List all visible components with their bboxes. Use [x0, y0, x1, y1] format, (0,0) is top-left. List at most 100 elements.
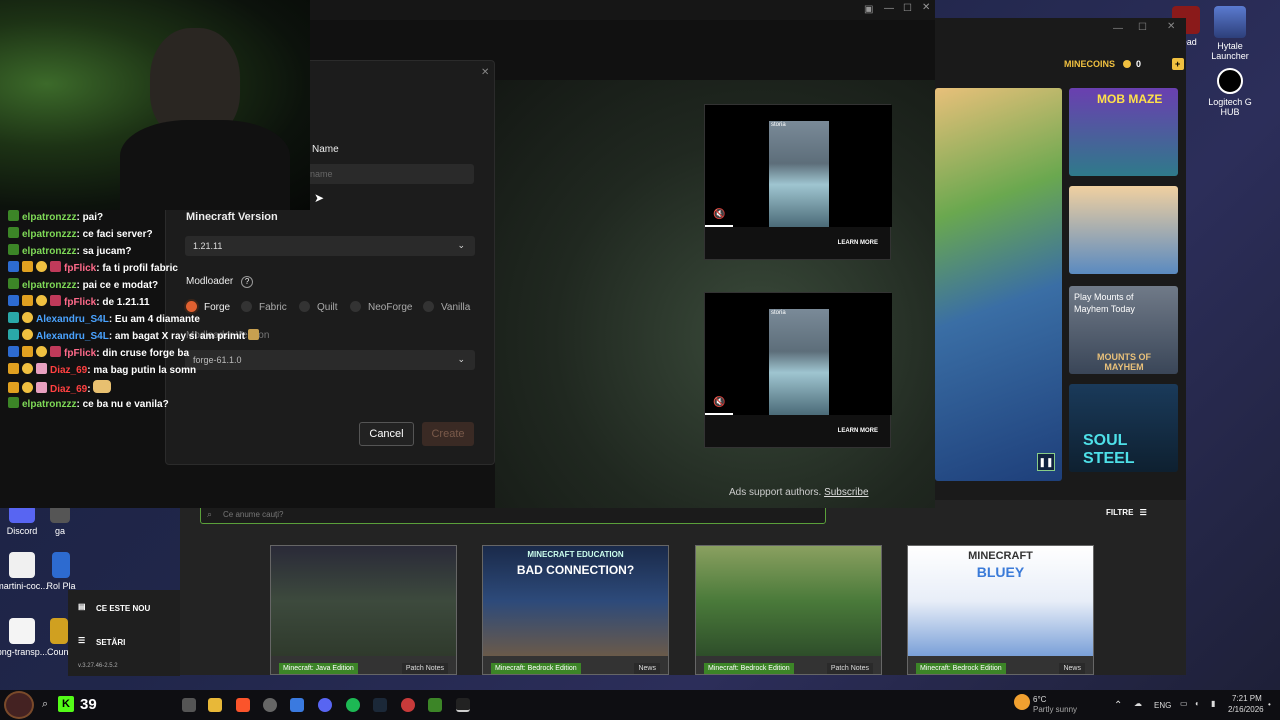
streamer-body: [120, 120, 290, 210]
badge-icon: [8, 397, 19, 408]
network-icon[interactable]: ▭: [1180, 699, 1188, 708]
app-titlebar: ▣ — ☐ ✕: [310, 0, 935, 20]
notification-icon[interactable]: •: [1268, 700, 1271, 709]
news-card[interactable]: MINECRAFT BLUEY Minecraft: Bedrock Editi…: [907, 545, 1094, 675]
desktop-icon-martini[interactable]: martini-coc...: [0, 552, 52, 591]
minecraft-icon[interactable]: [428, 698, 442, 712]
chat-message: fpFlick: fa ti profil fabric: [8, 261, 178, 274]
chat-message: fpFlick: din cruse forge ba: [8, 346, 189, 359]
promo-tile-soul-steel[interactable]: SOUL STEEL: [1069, 384, 1178, 472]
news-card[interactable]: Minecraft: Bedrock Edition Patch Notes: [695, 545, 882, 675]
search-icon: ⌕: [207, 509, 213, 519]
viewer-count: 39: [80, 696, 97, 713]
badge-icon: [8, 278, 19, 289]
stream-chat: elpatronzzz: pai? elpatronzzz: ce faci s…: [0, 210, 300, 420]
chat-message: elpatronzzz: ce faci server?: [8, 227, 153, 240]
add-coins-icon[interactable]: +: [1171, 58, 1184, 70]
mouse-cursor-icon: ➤: [314, 191, 325, 205]
maximize-icon[interactable]: ☐: [1138, 22, 1147, 33]
desktop-icon-ga[interactable]: ga: [42, 505, 78, 536]
promo-tile-mounts-of-mayhem[interactable]: Play Mounts of Mayhem Today MOUNTS OF MA…: [1069, 286, 1178, 374]
ad-progress-bar: [705, 225, 733, 227]
task-view-icon[interactable]: [182, 698, 196, 712]
discord-icon[interactable]: [318, 698, 332, 712]
sidebar-item-whats-new[interactable]: ▤ CE ESTE NOU: [74, 596, 176, 622]
chevron-down-icon: ⌄: [457, 354, 465, 364]
brave-browser-icon[interactable]: [236, 698, 250, 712]
news-card-image: [696, 546, 881, 656]
news-card[interactable]: Minecraft: Java Edition Patch Notes: [270, 545, 457, 675]
close-icon[interactable]: ✕: [1167, 21, 1175, 32]
coin-icon: [22, 329, 33, 340]
store-icon[interactable]: [290, 698, 304, 712]
promo-hero-image[interactable]: ❚❚: [935, 88, 1062, 481]
learn-more-link[interactable]: LEARN MORE: [838, 428, 878, 434]
emote-icon: [247, 329, 259, 340]
file-explorer-icon[interactable]: [208, 698, 222, 712]
filter-button[interactable]: FILTRE ☰: [1106, 508, 1147, 517]
modloader-option-quilt[interactable]: Quilt: [299, 301, 338, 313]
volume-icon[interactable]: ◐: [1195, 699, 1200, 708]
minecoins-display[interactable]: MINECOINS 0 +: [1064, 58, 1184, 70]
radio-icon: [350, 301, 361, 312]
spotify-icon[interactable]: [346, 698, 360, 712]
cloud-icon[interactable]: ☁: [1134, 699, 1142, 708]
chat-message: elpatronzzz: ce ba nu e vanila?: [8, 397, 169, 410]
sidebar-item-settings[interactable]: ☰ SETĂRI: [74, 630, 176, 656]
modloader-option-vanilla[interactable]: Vanilla: [423, 301, 470, 313]
chat-message: Alexandru_S4L: am bagat X ray si am prim…: [8, 329, 262, 342]
dialog-close-icon[interactable]: ✕: [481, 67, 489, 78]
obs-icon[interactable]: [401, 698, 415, 712]
pause-icon[interactable]: ❚❚: [1037, 453, 1055, 471]
badge-icon: [22, 261, 33, 272]
steam-icon[interactable]: [373, 698, 387, 712]
promo-tile-mob-maze[interactable]: MOB MAZE: [1069, 88, 1178, 176]
modloader-option-neoforge[interactable]: NeoForge: [350, 301, 412, 313]
battery-icon[interactable]: ▮: [1211, 699, 1215, 708]
promo-tile-characters[interactable]: [1069, 186, 1178, 274]
mute-icon[interactable]: 🔇: [713, 397, 725, 408]
badge-icon: [22, 295, 33, 306]
clock-time: 7:21 PM: [1232, 694, 1262, 703]
weather-icon[interactable]: [1014, 694, 1030, 710]
subscribe-link[interactable]: Subscribe: [824, 487, 868, 498]
create-button[interactable]: Create: [422, 422, 474, 446]
minimize-icon[interactable]: —: [1113, 23, 1123, 34]
learn-more-link[interactable]: LEARN MORE: [838, 240, 878, 246]
desktop-icon-rol[interactable]: Rol Pla: [46, 552, 76, 591]
ad-slot[interactable]: storia 🔇 LEARN MORE: [704, 292, 892, 448]
ad-slot[interactable]: storia 🔇 LEARN MORE: [704, 104, 892, 260]
weather-temp: 6°C: [1033, 695, 1047, 704]
desktop-icon-hytale[interactable]: Hytale Launcher: [1200, 6, 1260, 61]
app-icon[interactable]: [263, 698, 277, 712]
badge-icon: [22, 346, 33, 357]
desktop-icon-logitech[interactable]: Logitech G HUB: [1200, 68, 1260, 117]
name-label: Name: [312, 144, 339, 155]
tray-overflow-icon[interactable]: ⌃: [1114, 700, 1122, 711]
badge-icon: [50, 346, 61, 357]
cancel-button[interactable]: Cancel: [359, 422, 414, 446]
window-layout-icon[interactable]: ▣: [864, 4, 873, 15]
game-icon: [52, 552, 70, 578]
ad-progress-bar: [705, 413, 733, 415]
badge-icon: [8, 382, 19, 393]
maximize-icon[interactable]: ☐: [903, 3, 912, 14]
news-icon: ▤: [78, 602, 86, 611]
search-icon[interactable]: ⌕: [42, 698, 48, 711]
chat-message: Diaz_69:: [8, 380, 114, 395]
weather-desc: Partly sunny: [1033, 705, 1078, 714]
ad-image: [769, 309, 829, 415]
kick-icon[interactable]: K: [58, 696, 74, 712]
badge-icon: [8, 244, 19, 255]
name-input[interactable]: name: [300, 164, 474, 184]
news-card[interactable]: MINECRAFT EDUCATION BAD CONNECTION? Mine…: [482, 545, 669, 675]
avatar[interactable]: [4, 691, 34, 719]
gift-icon: [36, 382, 47, 393]
app-icon[interactable]: [456, 698, 470, 712]
minimize-icon[interactable]: —: [884, 3, 894, 14]
language-indicator[interactable]: ENG: [1154, 701, 1171, 710]
badge-icon: [8, 227, 19, 238]
close-icon[interactable]: ✕: [922, 2, 930, 13]
mute-icon[interactable]: 🔇: [713, 209, 725, 220]
coin-icon: [22, 363, 33, 374]
